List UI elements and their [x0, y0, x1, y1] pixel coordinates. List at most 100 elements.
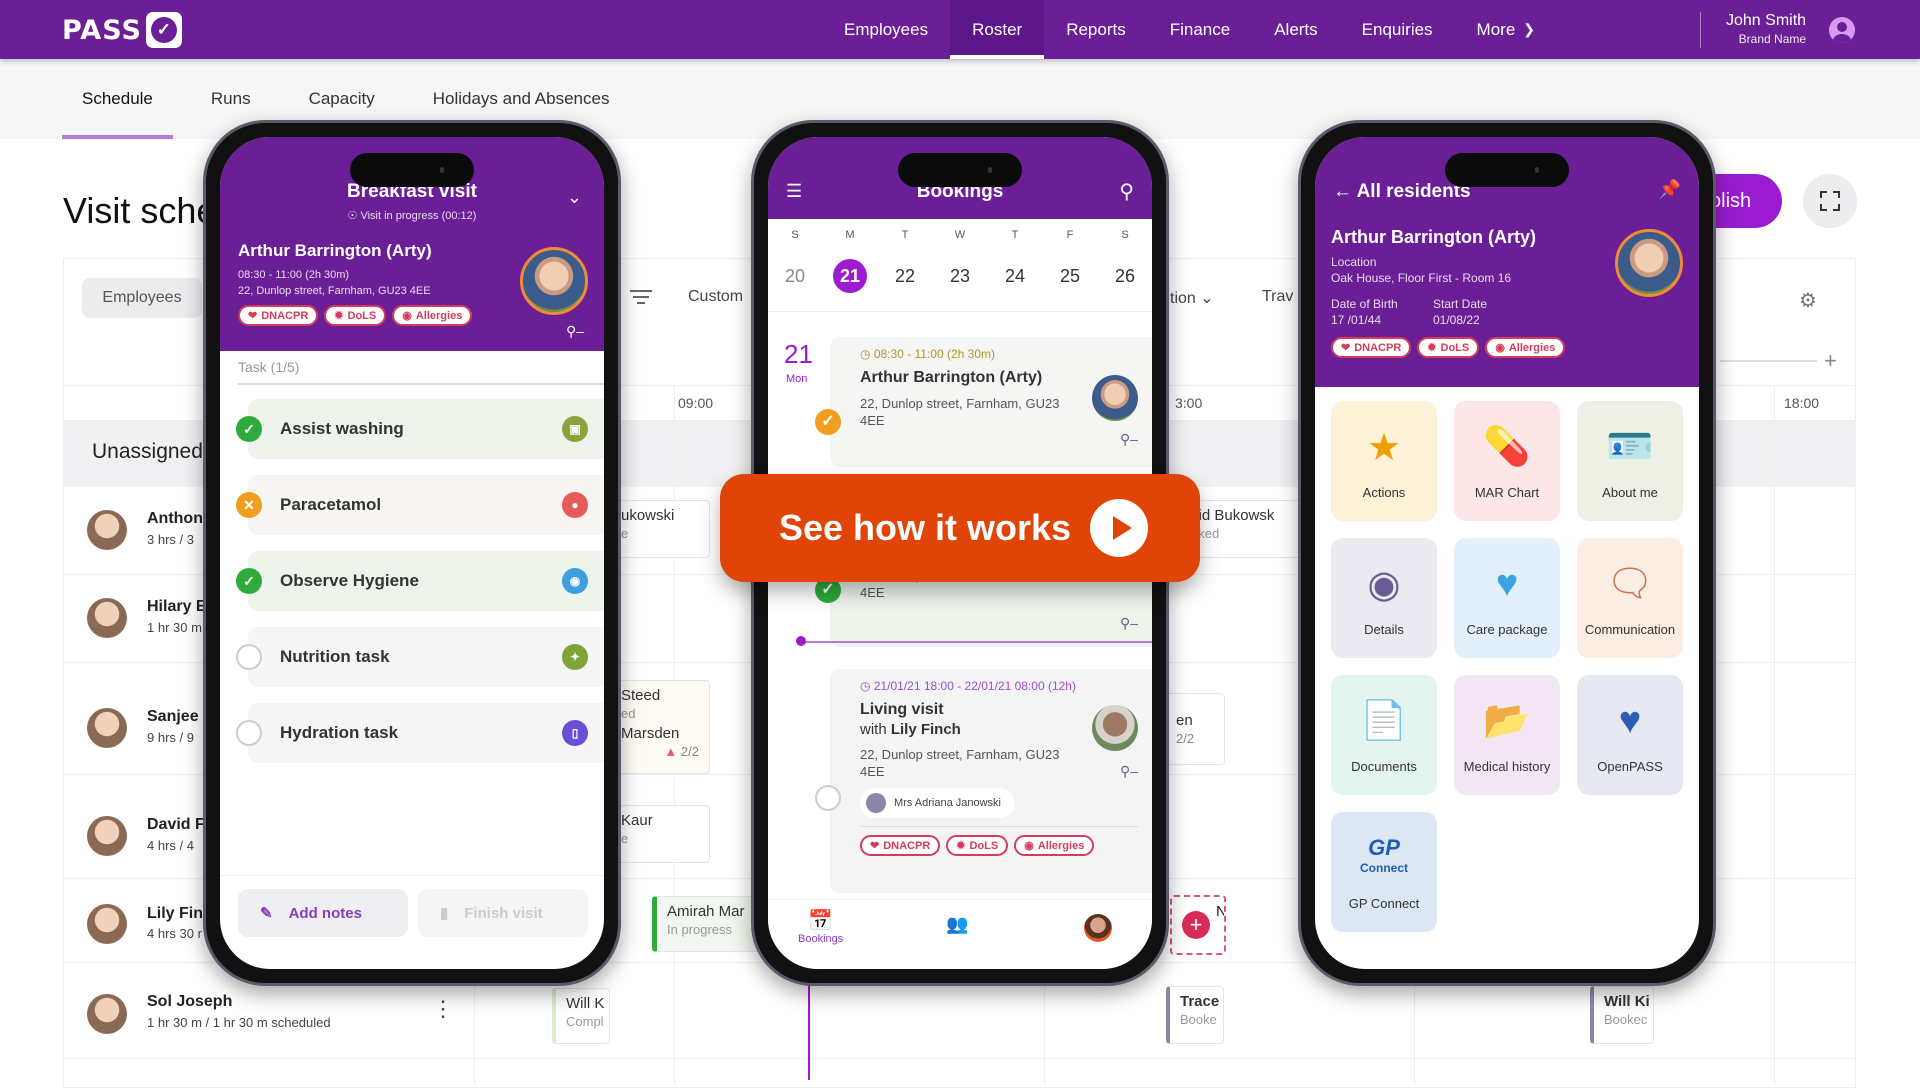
profile-avatar[interactable]	[1084, 914, 1112, 942]
phone-resident-profile: ← All residents 📌 Arthur Barrington (Art…	[1298, 120, 1716, 986]
task-item[interactable]: ✓ Observe Hygiene ◉	[236, 551, 604, 611]
check-icon[interactable]: ✓	[236, 416, 262, 442]
check-icon[interactable]: ✓	[236, 568, 262, 594]
finish-visit-button[interactable]: ▮ Finish visit	[418, 889, 588, 937]
tile-mar-chart[interactable]: 💊 MAR Chart	[1454, 401, 1560, 521]
sliders-icon[interactable]: ⚙	[1799, 288, 1817, 313]
date-button[interactable]: 23	[943, 259, 977, 293]
tile-documents[interactable]: 📄 Documents	[1331, 675, 1437, 795]
see-how-it-works-button[interactable]: See how it works	[720, 474, 1200, 582]
nav-alerts[interactable]: Alerts	[1252, 0, 1339, 59]
date-button-selected[interactable]: 21	[833, 259, 867, 293]
date-button[interactable]: 25	[1053, 259, 1087, 293]
chip-dnacpr[interactable]: ❤ DNACPR	[860, 835, 941, 856]
client-avatar[interactable]	[520, 247, 588, 315]
people-icon[interactable]: 👥	[946, 914, 968, 935]
search-icon[interactable]: ⚲	[1119, 179, 1134, 204]
divider	[860, 826, 1138, 827]
unchecked-icon[interactable]	[815, 785, 841, 811]
more-options-icon[interactable]: ⋮	[432, 998, 454, 1020]
tile-about-me[interactable]: 🪪 About me	[1577, 401, 1683, 521]
nav-enquiries[interactable]: Enquiries	[1340, 0, 1455, 59]
travel-toggle[interactable]: Trav	[1262, 288, 1293, 306]
resident-avatar[interactable]	[1615, 229, 1683, 297]
eye-icon: ◉	[562, 568, 588, 594]
visit-status: Compl	[566, 1014, 604, 1029]
tile-communication[interactable]: 🗨 Communication	[1577, 538, 1683, 658]
booking-card[interactable]: ◷ 08:30 - 11:00 (2h 30m) Arthur Barringt…	[830, 337, 1152, 467]
id-badge-icon: 🪪	[1606, 426, 1654, 468]
tile-actions[interactable]: ★ Actions	[1331, 401, 1437, 521]
add-notes-button[interactable]: ✎ Add notes	[238, 889, 408, 937]
chip-allergies[interactable]: ◉ Allergies	[1014, 835, 1095, 856]
chat-icon: 🗨	[1605, 563, 1655, 605]
key-icon[interactable]: ⚲‒	[566, 323, 584, 340]
location-dropdown[interactable]: tion ⌄	[1170, 288, 1214, 308]
weekday-label: T	[901, 229, 909, 241]
tile-openpass[interactable]: ♥ OpenPASS	[1577, 675, 1683, 795]
date-button[interactable]: 22	[888, 259, 922, 293]
tile-gp-connect[interactable]: GP Connect GP Connect	[1331, 812, 1437, 932]
visit-block[interactable]: ukowski e	[610, 500, 710, 558]
customise-dropdown[interactable]: Custom	[688, 288, 743, 306]
visit-time: 08:30 - 11:00 (2h 30m)	[238, 269, 350, 281]
chip-dnacpr[interactable]: ❤ DNACPR	[1331, 337, 1412, 358]
task-item[interactable]: ✓ Assist washing ▣	[236, 399, 604, 459]
check-icon[interactable]: ✓	[815, 409, 841, 435]
dynamic-island	[898, 153, 1022, 187]
pin-icon[interactable]: 📌	[1659, 179, 1681, 200]
visit-block[interactable]: Steed ed Marsden ▲ 2/2	[610, 680, 710, 774]
visit-block[interactable]: Amirah Mar In progress	[652, 896, 762, 952]
add-visit-slot[interactable]: + N	[1170, 895, 1226, 955]
chip-allergies[interactable]: ◉ Allergies	[1485, 337, 1566, 358]
unchecked-icon[interactable]	[236, 644, 262, 670]
visit-block[interactable]: Will Ki Bookec	[1590, 986, 1654, 1044]
task-item[interactable]: Nutrition task ✦	[236, 627, 604, 687]
nav-employees[interactable]: Employees	[822, 0, 950, 59]
add-icon[interactable]: +	[1182, 911, 1210, 939]
chip-dols[interactable]: ✹ DoLS	[324, 305, 387, 326]
date-button[interactable]: 26	[1108, 259, 1142, 293]
nav-roster[interactable]: Roster	[950, 0, 1045, 59]
nav-more-label: More	[1476, 19, 1516, 39]
filter-icon[interactable]	[630, 290, 652, 304]
back-button[interactable]: ← All residents	[1333, 181, 1471, 203]
user-avatar-icon[interactable]	[1829, 17, 1855, 43]
chip-dols[interactable]: ✹ DoLS	[946, 835, 1009, 856]
zoom-in-icon[interactable]: +	[1824, 348, 1837, 374]
unchecked-icon[interactable]	[236, 720, 262, 746]
visit-block[interactable]: Will K Compl	[552, 988, 610, 1044]
task-item[interactable]: Hydration task ▯	[236, 703, 604, 763]
booking-card[interactable]: ◷ 21/01/21 18:00 - 22/01/21 08:00 (12h) …	[830, 669, 1152, 893]
nav-reports[interactable]: Reports	[1044, 0, 1148, 59]
chip-dnacpr[interactable]: ❤ DNACPR	[238, 305, 319, 326]
pass-logo[interactable]: PASS ✓	[62, 12, 182, 48]
tile-medical-history[interactable]: 📂 Medical history	[1454, 675, 1560, 795]
nav-more[interactable]: More ❯	[1455, 0, 1557, 59]
tile-care-package[interactable]: ♥ Care package	[1454, 538, 1560, 658]
heart-icon: ❤	[248, 310, 258, 322]
heart-hand-icon: ♥	[1495, 562, 1519, 605]
chip-dols[interactable]: ✹ DoLS	[1417, 337, 1480, 358]
visit-block[interactable]: Trace Booke	[1166, 986, 1224, 1044]
nav-finance[interactable]: Finance	[1148, 0, 1252, 59]
fullscreen-button[interactable]	[1803, 174, 1857, 228]
user-menu[interactable]: John Smith Brand Name	[1726, 12, 1806, 46]
chip-allergies[interactable]: ◉ Allergies	[392, 305, 473, 326]
employee-hours: 3 hrs / 3	[147, 532, 194, 547]
employee-hours: 1 hr 30 m / 1 hr 30 m scheduled	[147, 1015, 331, 1030]
task-item[interactable]: ✕ Paracetamol ●	[236, 475, 604, 535]
tile-details[interactable]: ◉ Details	[1331, 538, 1437, 658]
zoom-slider[interactable]	[1720, 360, 1817, 362]
nav-bookings[interactable]: 📅 Bookings	[798, 908, 843, 945]
visit-block[interactable]: Kaur e	[610, 805, 710, 863]
date-button[interactable]: 24	[998, 259, 1032, 293]
carer-chip[interactable]: Mrs Adriana Janowski	[860, 788, 1015, 818]
chevron-down-icon[interactable]: ⌄	[567, 187, 582, 208]
visit-block[interactable]: en 2/2	[1165, 693, 1225, 765]
tab-schedule[interactable]: Schedule	[62, 59, 173, 139]
date-button[interactable]: 20	[778, 259, 812, 293]
employees-filter-button[interactable]: Employees	[82, 278, 202, 318]
refused-icon[interactable]: ✕	[236, 492, 262, 518]
pill-icon: 💊	[1483, 426, 1531, 468]
